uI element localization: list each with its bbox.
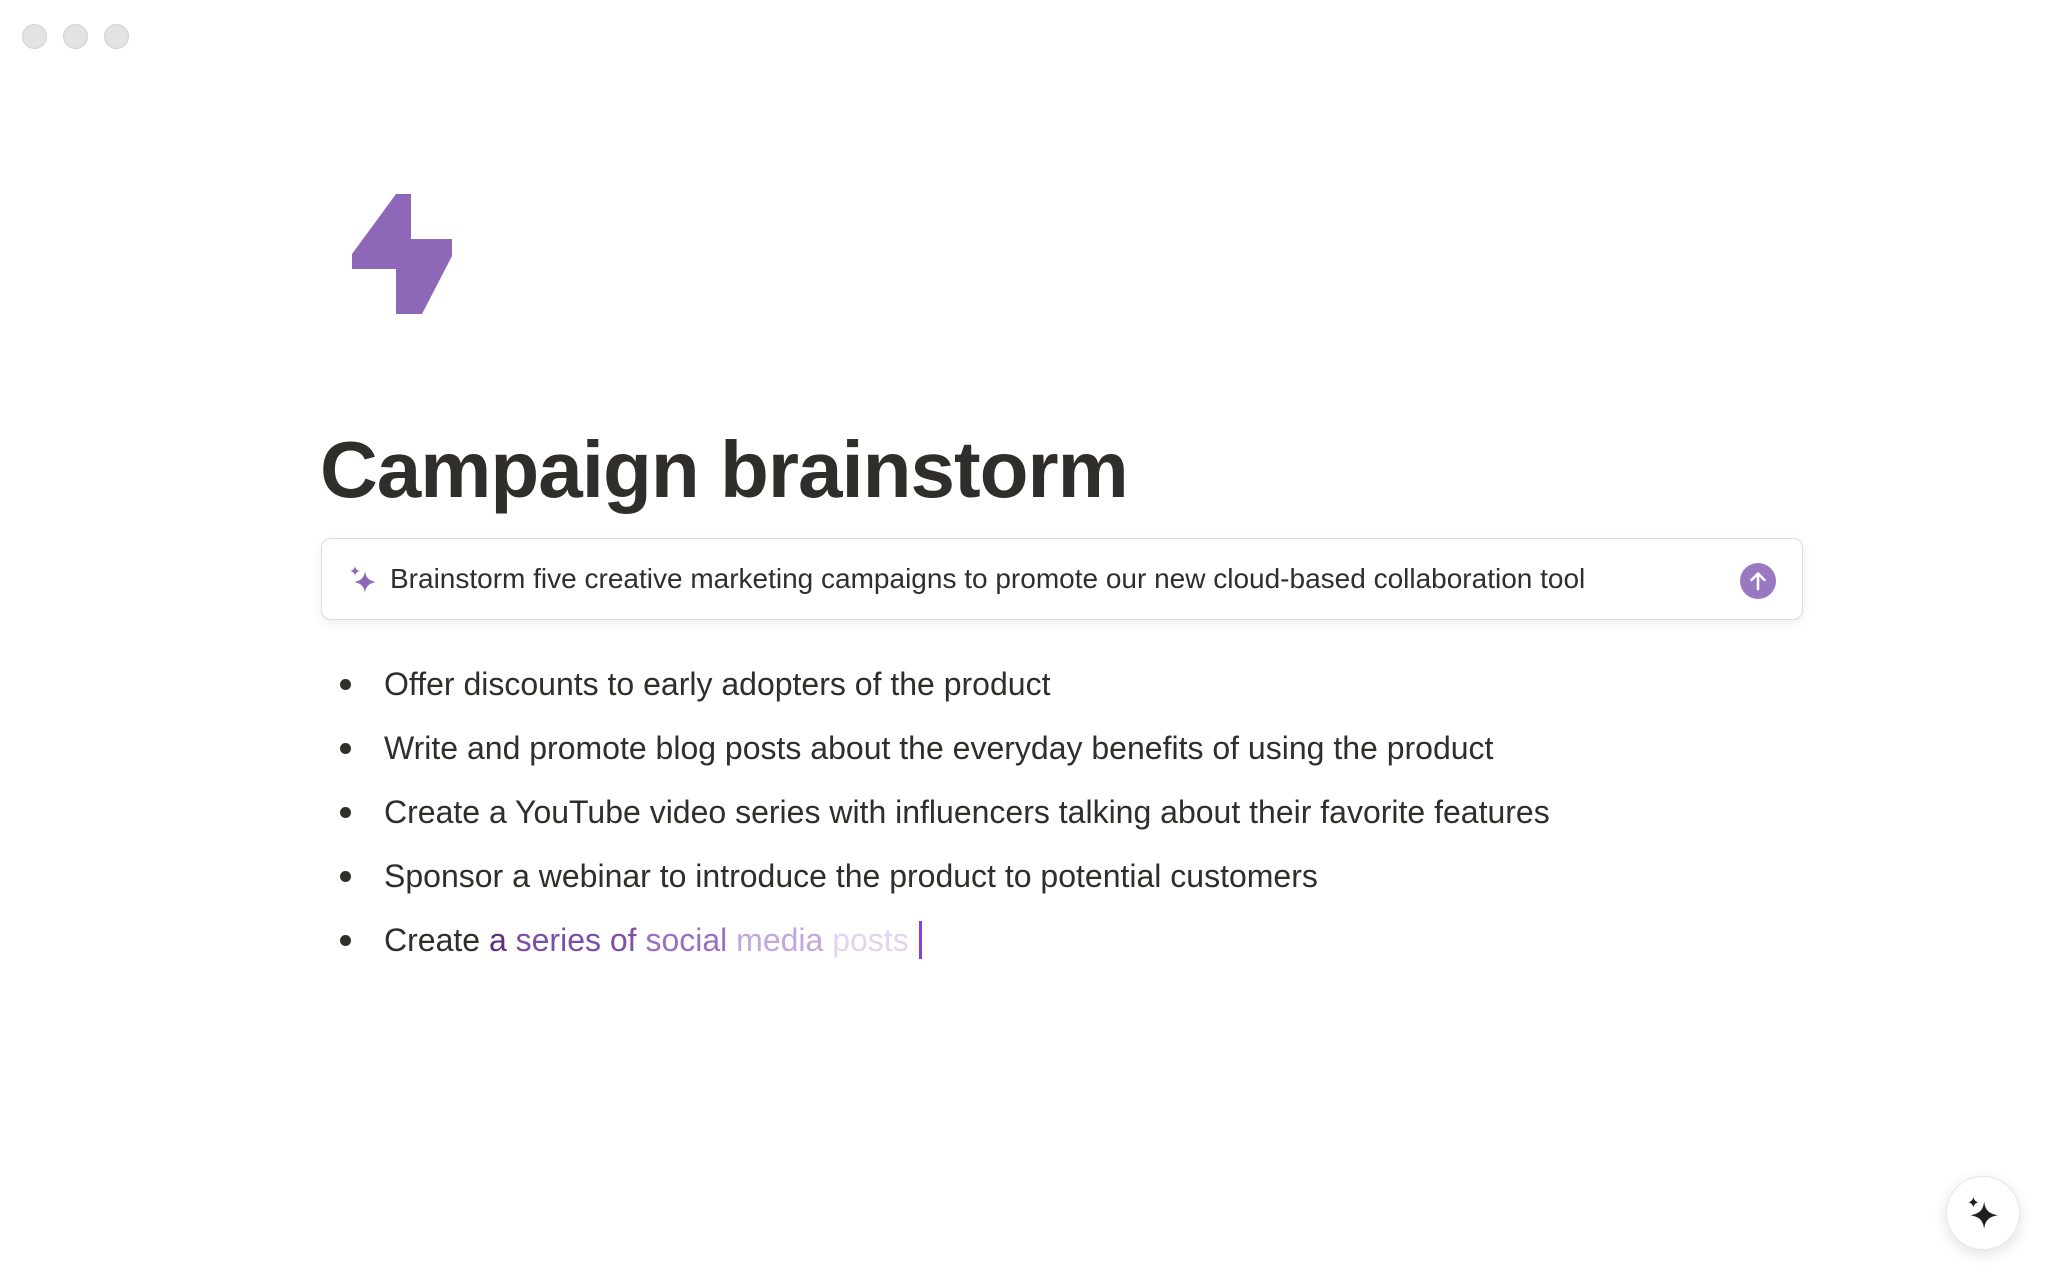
list-item[interactable]: Create a YouTube video series with influ… — [332, 780, 1550, 844]
streaming-segment: a — [480, 921, 507, 958]
page-title[interactable]: Campaign brainstorm — [320, 420, 1129, 520]
streaming-segment: posts — [823, 921, 909, 958]
campaign-ideas-list: Offer discounts to early adopters of the… — [332, 652, 1550, 972]
minimize-window-button[interactable] — [63, 24, 88, 49]
list-item[interactable]: Sponsor a webinar to introduce the produ… — [332, 844, 1550, 908]
list-item-text[interactable]: Create a YouTube video series with influ… — [384, 794, 1550, 831]
bullet-dot — [340, 742, 351, 754]
list-item-text[interactable]: Write and promote blog posts about the e… — [384, 730, 1493, 767]
sparkle-icon — [1968, 1197, 1998, 1229]
list-item-text[interactable]: Offer discounts to early adopters of the… — [384, 666, 1050, 703]
streaming-segment: social — [636, 921, 728, 958]
streaming-list-item[interactable]: Create a series of social media posts — [332, 908, 1550, 972]
lightning-bolt-icon[interactable] — [352, 194, 452, 314]
list-item[interactable]: Offer discounts to early adopters of the… — [332, 652, 1550, 716]
sparkle-icon — [348, 565, 378, 595]
streaming-segment: Create — [384, 921, 481, 958]
close-window-button[interactable] — [22, 24, 47, 49]
bullet-dot — [340, 678, 351, 690]
ai-assistant-button[interactable] — [1946, 1176, 2020, 1250]
streaming-segment: media — [727, 921, 824, 958]
bullet-dot — [340, 806, 351, 818]
text-cursor — [918, 921, 922, 959]
bullet-dot — [340, 934, 351, 946]
ai-prompt-box[interactable]: Brainstorm five creative marketing campa… — [321, 538, 1803, 620]
bullet-dot — [340, 870, 351, 882]
streaming-segment: series of — [506, 921, 637, 958]
list-item[interactable]: Write and promote blog posts about the e… — [332, 716, 1550, 780]
zoom-window-button[interactable] — [104, 24, 129, 49]
window-controls — [22, 24, 129, 49]
streaming-text[interactable]: Create a series of social media posts — [384, 922, 909, 959]
ai-prompt-text[interactable]: Brainstorm five creative marketing campa… — [390, 561, 1585, 597]
arrow-up-icon — [1750, 572, 1766, 591]
submit-prompt-button[interactable] — [1740, 563, 1776, 599]
list-item-text[interactable]: Sponsor a webinar to introduce the produ… — [384, 858, 1318, 895]
